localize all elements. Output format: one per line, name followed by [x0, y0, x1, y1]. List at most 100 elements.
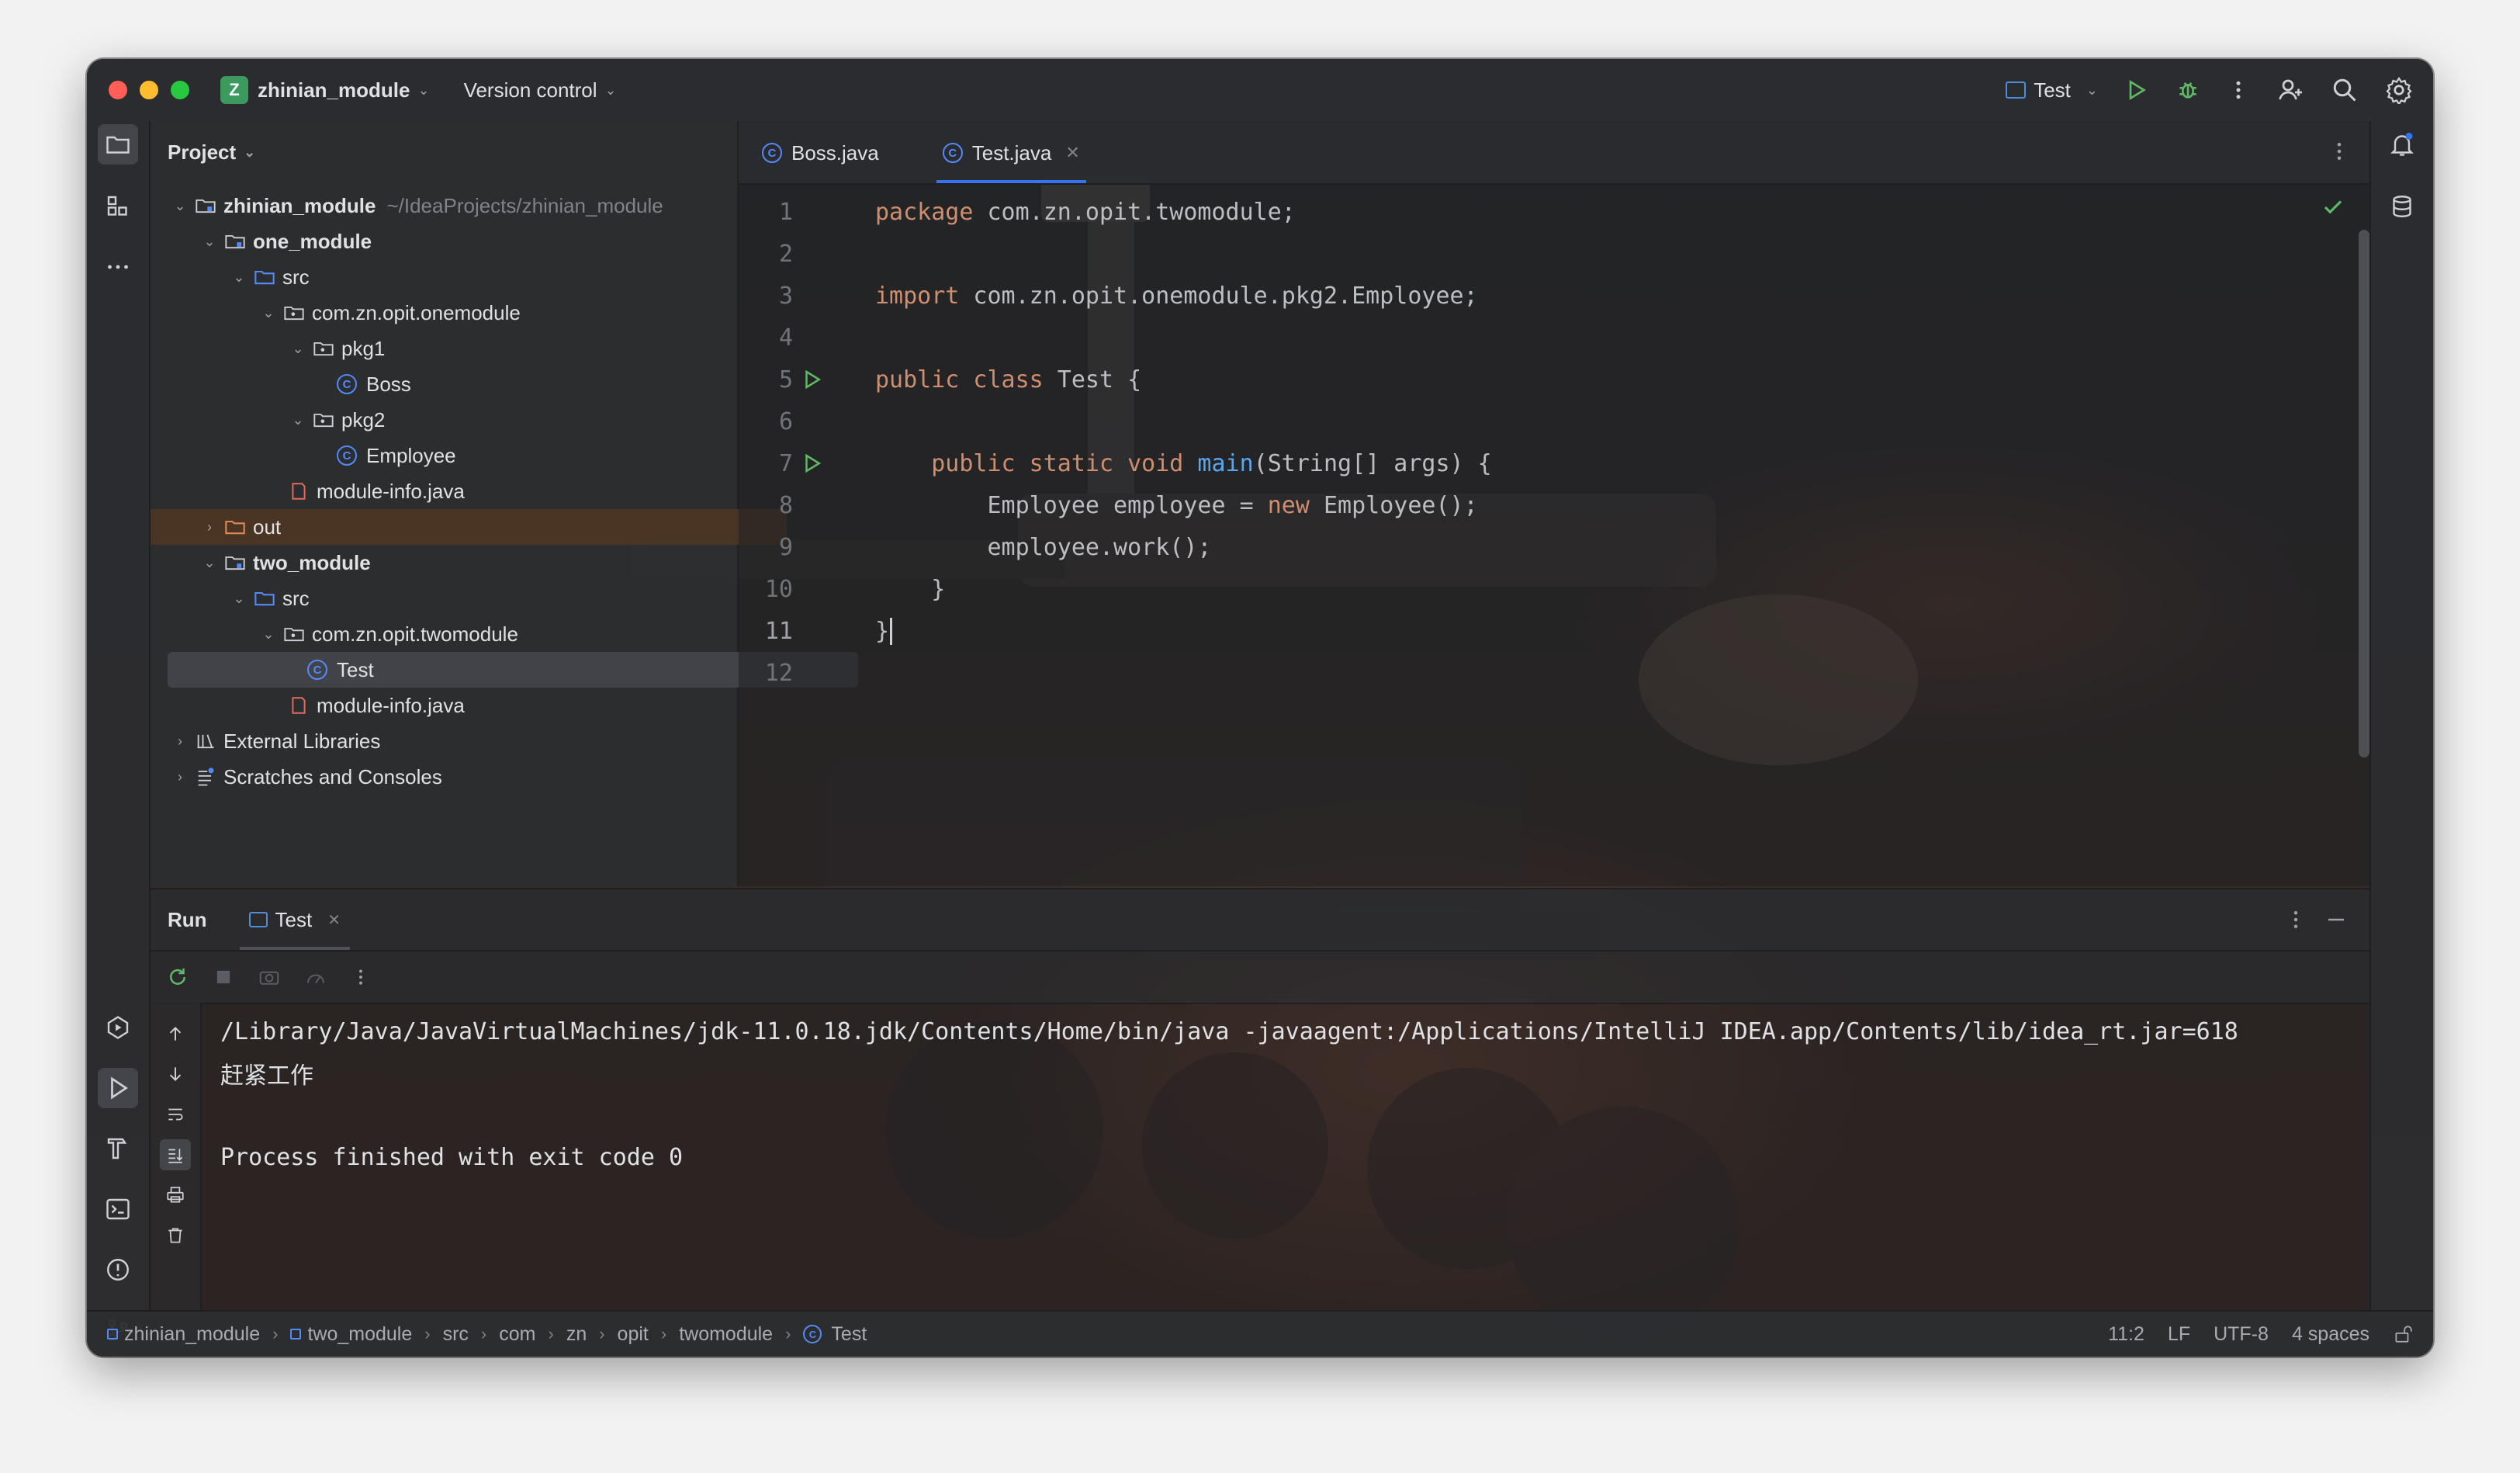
tree-item-label: src — [282, 265, 310, 289]
tab-test-java[interactable]: C Test.java ✕ — [922, 123, 1100, 183]
gear-icon[interactable] — [2385, 76, 2413, 104]
library-icon — [194, 730, 217, 753]
structure-tool-button[interactable] — [98, 186, 138, 227]
code-line: 3 import com.zn.opit.onemodule.pkg2.Empl… — [739, 275, 2369, 317]
close-window-button[interactable] — [109, 81, 127, 99]
project-panel-header[interactable]: Project ⌄ — [151, 121, 737, 183]
terminal-tool-button[interactable] — [98, 1189, 138, 1229]
run-gutter-icon[interactable] — [801, 368, 824, 391]
minimize-panel-icon[interactable] — [2324, 908, 2348, 931]
close-tab-icon[interactable]: ✕ — [1065, 143, 1079, 163]
chevron-right-icon: › — [178, 768, 182, 785]
code-token: public class — [875, 366, 1044, 393]
more-vertical-icon[interactable] — [2227, 78, 2250, 102]
file-encoding[interactable]: UTF-8 — [2214, 1323, 2269, 1346]
code-token: com.zn.opit.onemodule.pkg2.Employee; — [959, 282, 1478, 310]
tree-item-label: pkg1 — [341, 336, 386, 360]
tree-item-path: ~/IdeaProjects/zhinian_module — [386, 193, 663, 217]
console-line: 赶紧工作 — [220, 1062, 313, 1090]
more-vertical-icon[interactable] — [2328, 140, 2351, 163]
excluded-folder-icon — [223, 515, 247, 539]
breadcrumb-item[interactable]: two_module — [307, 1323, 412, 1346]
notifications-button[interactable] — [2382, 124, 2422, 165]
console-output[interactable]: /Library/Java/JavaVirtualMachines/jdk-11… — [220, 1010, 2369, 1178]
tree-item-src[interactable]: ⌄ src — [151, 259, 816, 295]
line-number: 4 — [778, 324, 793, 352]
code-line: 9 employee.work(); — [739, 526, 2369, 568]
line-number: 1 — [778, 198, 793, 226]
arrow-up-icon[interactable] — [160, 1018, 191, 1049]
close-tab-icon[interactable]: ✕ — [327, 910, 341, 930]
debug-icon[interactable] — [2176, 78, 2200, 102]
chevron-down-icon: ⌄ — [244, 144, 256, 160]
run-toolbar — [151, 951, 2369, 1004]
run-tool-window: Run Test ✕ /Library/Java/JavaVirtualMach… — [151, 888, 2369, 1313]
tree-item-label: com.zn.opit.onemodule — [312, 300, 521, 324]
soft-wrap-icon[interactable] — [160, 1099, 191, 1130]
breadcrumb-item[interactable]: com — [499, 1323, 535, 1346]
project-switcher[interactable]: zhinian_module — [258, 78, 410, 102]
run-config-icon — [2006, 81, 2027, 99]
tree-item-external-libraries[interactable]: › External Libraries — [151, 723, 757, 759]
version-control-menu[interactable]: Version control — [464, 78, 597, 102]
run-tab-test[interactable]: Test ✕ — [239, 889, 350, 950]
restore-layout-icon[interactable] — [304, 965, 327, 989]
tree-item-label: module-info.java — [317, 479, 465, 503]
minimize-window-button[interactable] — [140, 81, 158, 99]
zoom-window-button[interactable] — [171, 81, 189, 99]
trash-icon[interactable] — [160, 1220, 191, 1251]
editor-scrollbar[interactable] — [2359, 230, 2369, 757]
cursor-position[interactable]: 11:2 — [2108, 1323, 2144, 1346]
run-tool-button[interactable] — [98, 1068, 138, 1108]
line-separator[interactable]: LF — [2168, 1323, 2190, 1346]
chevron-right-icon: › — [424, 1324, 431, 1343]
run-configuration-selector[interactable]: Test ⌄ — [2006, 78, 2098, 102]
stop-icon[interactable] — [213, 966, 234, 988]
services-tool-button[interactable] — [98, 1007, 138, 1048]
run-gutter-icon[interactable] — [801, 452, 824, 475]
tree-item-two-module[interactable]: ⌄ two_module — [151, 545, 787, 581]
run-config-label: Test — [2034, 78, 2071, 102]
breadcrumb-item[interactable]: Test — [831, 1323, 867, 1346]
project-tool-button[interactable] — [98, 124, 138, 165]
rerun-icon[interactable] — [166, 965, 189, 989]
chevron-down-icon: ⌄ — [262, 304, 275, 321]
build-tool-button[interactable] — [98, 1128, 138, 1169]
breadcrumb-item[interactable]: zhinian_module — [124, 1323, 260, 1346]
breadcrumb-item[interactable]: src — [443, 1323, 469, 1346]
tree-item-one-module[interactable]: ⌄ one_module — [151, 224, 787, 259]
code-token: com.zn.opit.twomodule; — [973, 198, 1296, 226]
more-vertical-icon[interactable] — [351, 967, 371, 987]
problems-tool-button[interactable] — [98, 1249, 138, 1290]
add-user-icon[interactable] — [2276, 76, 2304, 104]
print-icon[interactable] — [160, 1180, 191, 1211]
breadcrumb: zhinian_module › two_module › src › com … — [107, 1323, 867, 1346]
database-tool-button[interactable] — [2382, 186, 2422, 227]
ide-window: Z zhinian_module ⌄ Version control ⌄ Tes… — [87, 59, 2433, 1357]
run-icon[interactable] — [2124, 78, 2149, 102]
tree-item-label: zhinian_module — [223, 193, 376, 217]
breadcrumb-item[interactable]: opit — [618, 1323, 649, 1346]
java-file-icon — [287, 694, 310, 717]
breadcrumb-item[interactable]: zn — [566, 1323, 587, 1346]
arrow-down-icon[interactable] — [160, 1059, 191, 1090]
unlock-icon[interactable] — [2393, 1324, 2413, 1344]
console-line: /Library/Java/JavaVirtualMachines/jdk-11… — [220, 1017, 2238, 1045]
tree-item-out[interactable]: › out — [151, 509, 787, 545]
tree-item-root[interactable]: ⌄ zhinian_module ~/IdeaProjects/zhinian_… — [151, 188, 757, 224]
tree-item-label: module-info.java — [317, 693, 465, 717]
code-editor[interactable]: C Boss.java C Test.java ✕ 1 package com.… — [739, 121, 2369, 886]
tree-item-src[interactable]: ⌄ src — [151, 581, 816, 616]
breadcrumb-item[interactable]: twomodule — [679, 1323, 773, 1346]
line-number: 6 — [778, 407, 793, 435]
scroll-to-end-icon[interactable] — [160, 1139, 191, 1170]
indent-setting[interactable]: 4 spaces — [2292, 1323, 2369, 1346]
more-tools-button[interactable] — [98, 247, 138, 287]
camera-icon[interactable] — [258, 965, 281, 989]
tree-item-scratches[interactable]: › Scratches and Consoles — [151, 759, 757, 795]
line-number: 3 — [778, 282, 793, 310]
package-icon — [312, 408, 335, 432]
search-icon[interactable] — [2331, 76, 2359, 104]
tab-boss-java[interactable]: C Boss.java — [742, 123, 899, 183]
more-vertical-icon[interactable] — [2284, 908, 2307, 931]
